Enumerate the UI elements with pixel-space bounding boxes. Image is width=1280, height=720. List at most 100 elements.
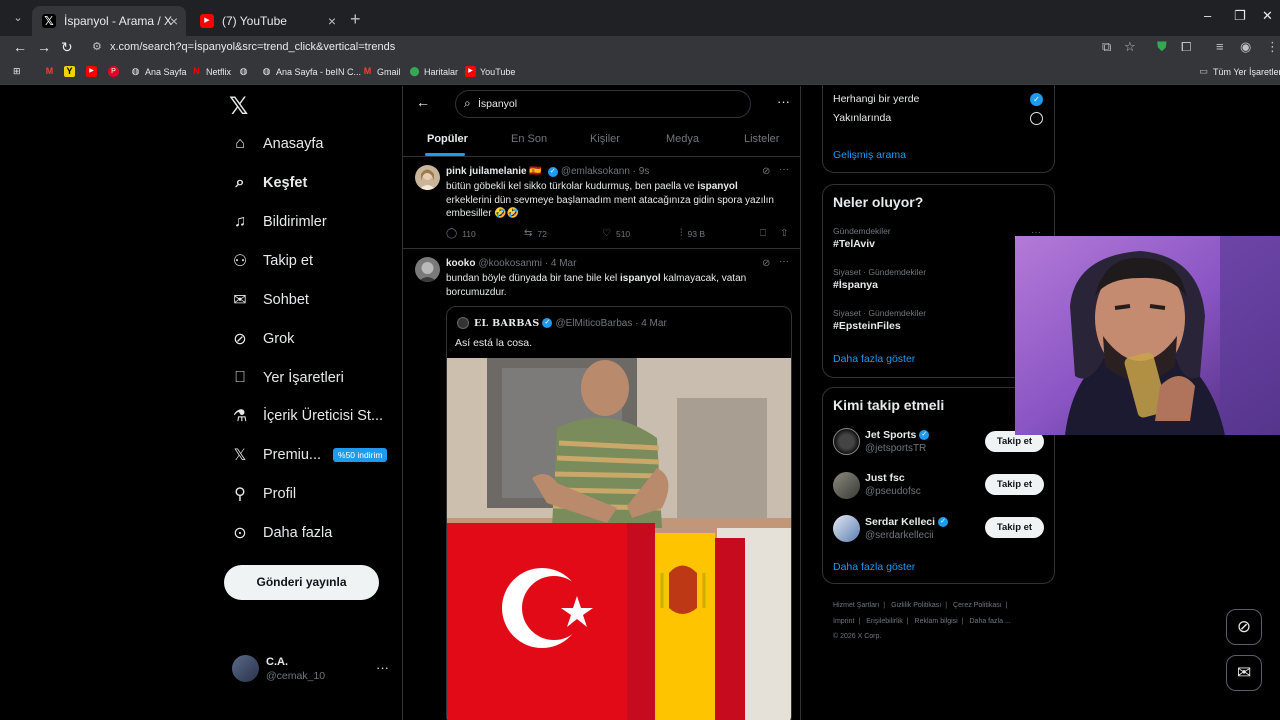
bookmark-youtube-2[interactable]: ▶ YouTube xyxy=(465,66,515,77)
avatar[interactable] xyxy=(415,257,440,282)
nav-item-8[interactable]: ⚗ İçerik Üreticisi St... xyxy=(230,401,383,431)
nav-item-10[interactable]: ⚲ Profil xyxy=(230,479,296,509)
account-handle[interactable]: @cemak_10 xyxy=(266,670,325,682)
avatar[interactable] xyxy=(415,165,440,190)
tab-search-chevron-icon[interactable]: ⌄ xyxy=(8,8,28,28)
extensions-puzzle-icon[interactable]: ⧠ xyxy=(1181,39,1191,55)
all-bookmarks-folder[interactable]: ▭ Tüm Yer İşaretleri xyxy=(1198,66,1280,77)
footer-link[interactable]: Çerez Politikası xyxy=(953,602,1002,609)
suggested-user-name[interactable]: Serdar Kelleci ✓ xyxy=(865,516,951,528)
location-anywhere-label[interactable]: Herhangi bir yerde xyxy=(833,93,919,105)
post-button[interactable]: Gönderi yayınla xyxy=(224,565,379,600)
x-logo-icon[interactable]: 𝕏 xyxy=(229,92,248,121)
nav-item-9[interactable]: 𝕏 Premiu... %50 indirim xyxy=(230,440,388,470)
bookmark-maps[interactable]: ⬤ Haritalar xyxy=(409,66,458,77)
tab-popular[interactable]: Popüler xyxy=(427,133,468,145)
more-dots-icon[interactable]: ··· xyxy=(376,660,389,675)
trends-show-more-link[interactable]: Daha fazla göster xyxy=(833,353,915,365)
suggested-user-handle[interactable]: @serdarkellecii xyxy=(865,530,934,541)
more-dots-icon[interactable]: ··· xyxy=(779,164,789,175)
bookmark-star-icon[interactable]: ☆ xyxy=(1124,39,1136,55)
like-button[interactable]: ♡ 510 xyxy=(602,228,630,239)
footer-link[interactable]: Reklam bilgisi xyxy=(915,618,958,625)
search-input[interactable]: ⌕ İspanyol xyxy=(455,90,751,118)
follow-button[interactable]: Takip et xyxy=(985,474,1044,495)
avatar[interactable] xyxy=(833,472,860,499)
author-handle[interactable]: @emlaksokann xyxy=(561,166,630,177)
nav-item-2[interactable]: ⌕ Keşfet xyxy=(230,168,308,198)
tab-lists[interactable]: Listeler xyxy=(744,133,779,145)
install-app-icon[interactable]: ⧉ xyxy=(1102,39,1111,55)
nav-item-3[interactable]: ♫ Bildirimler xyxy=(230,207,327,237)
minimize-icon[interactable]: – xyxy=(1204,8,1211,23)
suggested-user-handle[interactable]: @pseudofsc xyxy=(865,486,921,497)
quoted-tweet[interactable]: EL BARBAS ✓ @ElMiticoBarbas · 4 Mar Así … xyxy=(446,306,792,720)
views-button[interactable]: ⫶ 93 B xyxy=(680,228,705,239)
nav-item-4[interactable]: ⚇ Takip et xyxy=(230,246,313,276)
tweet-time[interactable]: 4 Mar xyxy=(551,258,577,269)
quote-photo[interactable] xyxy=(447,358,791,720)
omnibox[interactable]: ⚙ x.com/search?q=İspanyol&src=trend_clic… xyxy=(86,36,1146,60)
bookmark-ana-sayfa[interactable]: ◍ Ana Sayfa xyxy=(130,66,187,77)
share-button[interactable]: ⇧ xyxy=(780,228,793,239)
author-handle[interactable]: @kookosanmi xyxy=(478,258,542,269)
avatar[interactable] xyxy=(457,317,469,329)
close-tab-icon[interactable]: × xyxy=(328,13,336,29)
account-avatar[interactable] xyxy=(232,655,259,682)
footer-link[interactable]: Hizmet Şartları xyxy=(833,602,879,609)
tab-latest[interactable]: En Son xyxy=(511,133,547,145)
author-name[interactable]: kooko xyxy=(446,258,475,269)
nav-item-7[interactable]: ⎕ Yer İşaretleri xyxy=(230,363,344,393)
footer-link[interactable]: Imprint xyxy=(833,618,854,625)
grok-icon[interactable]: ⊘ xyxy=(762,166,770,177)
footer-link[interactable]: Erişilebilirlik xyxy=(866,618,903,625)
grok-icon[interactable]: ⊘ xyxy=(762,258,770,269)
nav-item-11[interactable]: ⊙ Daha fazla xyxy=(230,518,332,548)
bookmark-gmail[interactable]: M xyxy=(44,66,59,77)
site-info-icon[interactable]: ⚙ xyxy=(92,40,102,53)
apps-grid-icon[interactable]: ⊞ xyxy=(13,66,21,77)
suggested-user-handle[interactable]: @jetsportsTR xyxy=(865,443,926,454)
profile-avatar-icon[interactable]: ◉ xyxy=(1240,39,1251,55)
close-window-icon[interactable]: ✕ xyxy=(1262,8,1273,24)
tweet[interactable]: pink juilamelanie 🇪🇸 ✓ @emlaksokann · 9s… xyxy=(403,158,800,248)
retweet-button[interactable]: ⇆ 72 xyxy=(524,228,547,239)
browser-tab-youtube[interactable]: ▶ (7) YouTube × xyxy=(190,6,344,36)
suggested-user-name[interactable]: Just fsc xyxy=(865,472,905,484)
restore-icon[interactable]: ❐ xyxy=(1234,8,1246,24)
quote-time[interactable]: 4 Mar xyxy=(641,318,667,329)
reply-button[interactable]: ◯ 110 xyxy=(446,228,476,239)
tab-people[interactable]: Kişiler xyxy=(590,133,620,145)
nav-item-5[interactable]: ✉ Sohbet xyxy=(230,285,309,315)
browser-menu-icon[interactable]: ⋮ xyxy=(1266,39,1279,55)
more-dots-icon[interactable]: ··· xyxy=(779,256,789,267)
trend-name[interactable]: #TelAviv xyxy=(833,238,875,250)
account-name[interactable]: C.A. xyxy=(266,656,288,668)
bookmark-bein[interactable]: ◍ Ana Sayfa - beIN C... xyxy=(261,66,361,77)
nav-item-1[interactable]: ⌂ Anasayfa xyxy=(230,129,323,159)
grok-float-button[interactable]: ⊘ xyxy=(1226,609,1262,645)
bookmark-gmail-2[interactable]: M Gmail xyxy=(362,66,401,77)
close-tab-icon[interactable]: × xyxy=(170,13,178,29)
trend-name[interactable]: #İspanya xyxy=(833,279,878,291)
back-arrow-icon[interactable]: ← xyxy=(416,94,430,110)
bookmark-pinterest[interactable]: P xyxy=(108,66,123,77)
messages-float-button[interactable]: ✉ xyxy=(1226,655,1262,691)
quote-author-handle[interactable]: @ElMiticoBarbas xyxy=(555,318,632,329)
forward-arrow-icon[interactable]: → xyxy=(37,39,51,55)
avatar[interactable] xyxy=(833,428,860,455)
suggested-user-name[interactable]: Jet Sports ✓ xyxy=(865,429,932,441)
author-name[interactable]: pink juilamelanie 🇪🇸 xyxy=(446,166,542,177)
location-near-label[interactable]: Yakınlarında xyxy=(833,112,891,124)
back-arrow-icon[interactable]: ← xyxy=(13,39,27,55)
browser-tab-x-search[interactable]: 𝕏 İspanyol - Arama / X × xyxy=(32,6,186,36)
nav-item-6[interactable]: ⊘ Grok xyxy=(230,324,294,354)
more-dots-icon[interactable]: ··· xyxy=(777,94,790,109)
quote-author-name[interactable]: EL BARBAS xyxy=(474,318,539,329)
bookmark-netflix[interactable]: N Netflix xyxy=(191,66,231,77)
advanced-search-link[interactable]: Gelişmiş arama xyxy=(833,149,906,161)
footer-link[interactable]: Gizlilik Politikası xyxy=(891,602,941,609)
bookmark-yellow-app[interactable]: Y xyxy=(64,66,79,77)
footer-link[interactable]: Daha fazla ... xyxy=(970,618,1011,625)
follow-button[interactable]: Takip et xyxy=(985,517,1044,538)
